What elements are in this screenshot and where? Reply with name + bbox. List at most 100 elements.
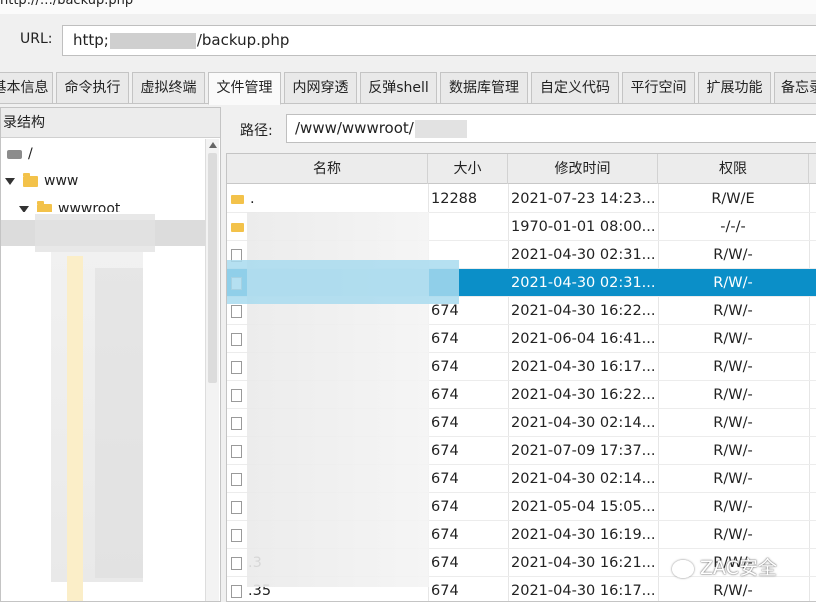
cell-permission: R/W/- xyxy=(713,415,753,431)
cell-mtime: 2021-07-09 17:37... xyxy=(511,443,656,459)
folder-icon xyxy=(231,194,244,204)
cell-mtime: 2021-04-30 02:14... xyxy=(511,415,656,431)
tree-node-wwwroot[interactable]: wwwroot xyxy=(19,198,120,212)
redacted-host xyxy=(109,32,196,49)
cell-mtime: 2021-04-30 16:17... xyxy=(511,583,656,599)
url-prefix: http; xyxy=(73,31,109,49)
cell-name: . xyxy=(231,185,426,213)
file-table: 名称 大小 修改时间 权限 . 12288 2021-07-23 14:23... R… xyxy=(226,153,816,602)
cell-mtime: 2021-04-30 16:17... xyxy=(511,359,656,375)
cell-mtime: 1970-01-01 08:00... xyxy=(511,219,656,235)
cell-permission: R/W/- xyxy=(713,443,753,459)
cell-permission: R/W/- xyxy=(713,303,753,319)
watermark: ZAC安全 xyxy=(672,553,777,580)
file-icon xyxy=(231,584,242,598)
expand-arrow-icon[interactable] xyxy=(19,205,29,212)
tree-node-label: www xyxy=(44,173,79,189)
cell-mtime: 2021-07-23 14:23... xyxy=(511,191,656,207)
cell-size: 674 xyxy=(431,443,459,459)
tree-node-root[interactable]: / xyxy=(7,143,33,165)
folder-icon xyxy=(37,200,52,212)
cell-permission: R/W/- xyxy=(713,583,753,599)
window-title: http://…/backup.php xyxy=(0,0,134,8)
column-header-size[interactable]: 大小 xyxy=(428,154,508,184)
file-icon xyxy=(231,500,242,514)
cell-mtime: 2021-05-04 15:05... xyxy=(511,499,656,515)
tree-header: 目录结构 xyxy=(1,108,220,138)
tree-scrollbar[interactable] xyxy=(205,139,219,601)
tab-parallel-space[interactable]: 平行空间 xyxy=(622,72,695,104)
redacted-folder-names xyxy=(95,268,143,578)
cell-mtime: 2021-04-30 16:19... xyxy=(511,527,656,543)
folder-icon xyxy=(231,222,244,232)
cell-size: 674 xyxy=(431,387,459,403)
redacted-tree-entry xyxy=(35,214,155,252)
url-input[interactable]: http; /backup.php xyxy=(62,25,816,56)
wechat-icon xyxy=(672,559,694,578)
tab-bar: 基本信息 命令执行 虚拟终端 文件管理 内网穿透 反弹shell 数据库管理 自… xyxy=(0,70,816,105)
tab-custom-code[interactable]: 自定义代码 xyxy=(531,72,619,104)
cell-mtime: 2021-06-04 16:41... xyxy=(511,331,656,347)
cell-size xyxy=(431,213,507,241)
cell-size: 674 xyxy=(431,359,459,375)
column-header-mtime[interactable]: 修改时间 xyxy=(508,154,658,184)
tab-database[interactable]: 数据库管理 xyxy=(440,72,528,104)
redacted-folder-icons xyxy=(67,256,83,601)
tab-file-manager[interactable]: 文件管理 xyxy=(208,72,281,105)
path-value: /www/wwwroot/ xyxy=(295,119,414,137)
window-title-strip: http://…/backup.php xyxy=(0,0,816,14)
directory-tree-panel: 目录结构 / www wwwroot xyxy=(0,107,221,602)
path-label: 路径: xyxy=(240,123,273,139)
tree-node-label: / xyxy=(28,146,33,162)
tab-intranet-tunnel[interactable]: 内网穿透 xyxy=(284,72,357,104)
expand-arrow-icon[interactable] xyxy=(5,177,15,185)
file-icon xyxy=(231,472,242,486)
cell-size: 674 xyxy=(431,331,459,347)
file-icon xyxy=(231,388,242,402)
column-header-permission[interactable]: 权限 xyxy=(658,154,809,184)
tab-reverse-shell[interactable]: 反弹shell xyxy=(360,72,437,104)
cell-permission: R/W/- xyxy=(713,387,753,403)
cell-permission: R/W/- xyxy=(713,247,753,263)
cell-size: 674 xyxy=(431,555,459,571)
folder-icon xyxy=(23,172,38,187)
cell-size: 674 xyxy=(431,471,459,487)
cell-permission: R/W/- xyxy=(713,359,753,375)
tab-memo[interactable]: 备忘录 xyxy=(774,72,816,104)
path-input[interactable]: /www/wwwroot/ xyxy=(286,114,816,143)
cell-size: 674 xyxy=(431,583,459,599)
cell-mtime: 2021-04-30 02:31... xyxy=(511,247,656,263)
tree-node-label: wwwroot xyxy=(58,201,121,212)
tab-extensions[interactable]: 扩展功能 xyxy=(698,72,771,104)
cell-permission: R/W/- xyxy=(713,331,753,347)
cell-mtime: 2021-04-30 02:14... xyxy=(511,471,656,487)
tab-basic-info[interactable]: 基本信息 xyxy=(0,72,53,104)
cell-size: 674 xyxy=(431,415,459,431)
table-row[interactable]: . 12288 2021-07-23 14:23... R/W/E xyxy=(227,185,816,213)
url-label: URL: xyxy=(20,31,53,47)
cell-permission: R/W/- xyxy=(713,499,753,515)
table-header: 名称 大小 修改时间 权限 xyxy=(227,154,816,184)
drive-icon xyxy=(7,149,22,159)
file-icon xyxy=(231,528,242,542)
tab-virtual-terminal[interactable]: 虚拟终端 xyxy=(132,72,205,104)
file-icon xyxy=(231,416,242,430)
cell-permission: R/W/- xyxy=(713,275,753,291)
scroll-thumb[interactable] xyxy=(208,153,217,383)
file-icon xyxy=(231,304,242,318)
url-bar: URL: http; /backup.php xyxy=(0,14,816,70)
tab-command-exec[interactable]: 命令执行 xyxy=(56,72,129,104)
file-icon xyxy=(231,444,242,458)
cell-size: 674 xyxy=(431,527,459,543)
file-icon xyxy=(231,360,242,374)
redacted-path xyxy=(414,119,467,138)
cell-permission: R/W/- xyxy=(713,471,753,487)
cell-mtime: 2021-04-30 16:22... xyxy=(511,303,656,319)
tree-node-www[interactable]: www xyxy=(5,170,78,192)
column-header-name[interactable]: 名称 xyxy=(227,154,428,184)
scroll-up-icon[interactable] xyxy=(209,142,217,148)
file-icon xyxy=(231,332,242,346)
cell-size: 12288 xyxy=(431,191,478,207)
cell-mtime: 2021-04-30 16:22... xyxy=(511,387,656,403)
cell-permission: R/W/E xyxy=(711,191,755,207)
